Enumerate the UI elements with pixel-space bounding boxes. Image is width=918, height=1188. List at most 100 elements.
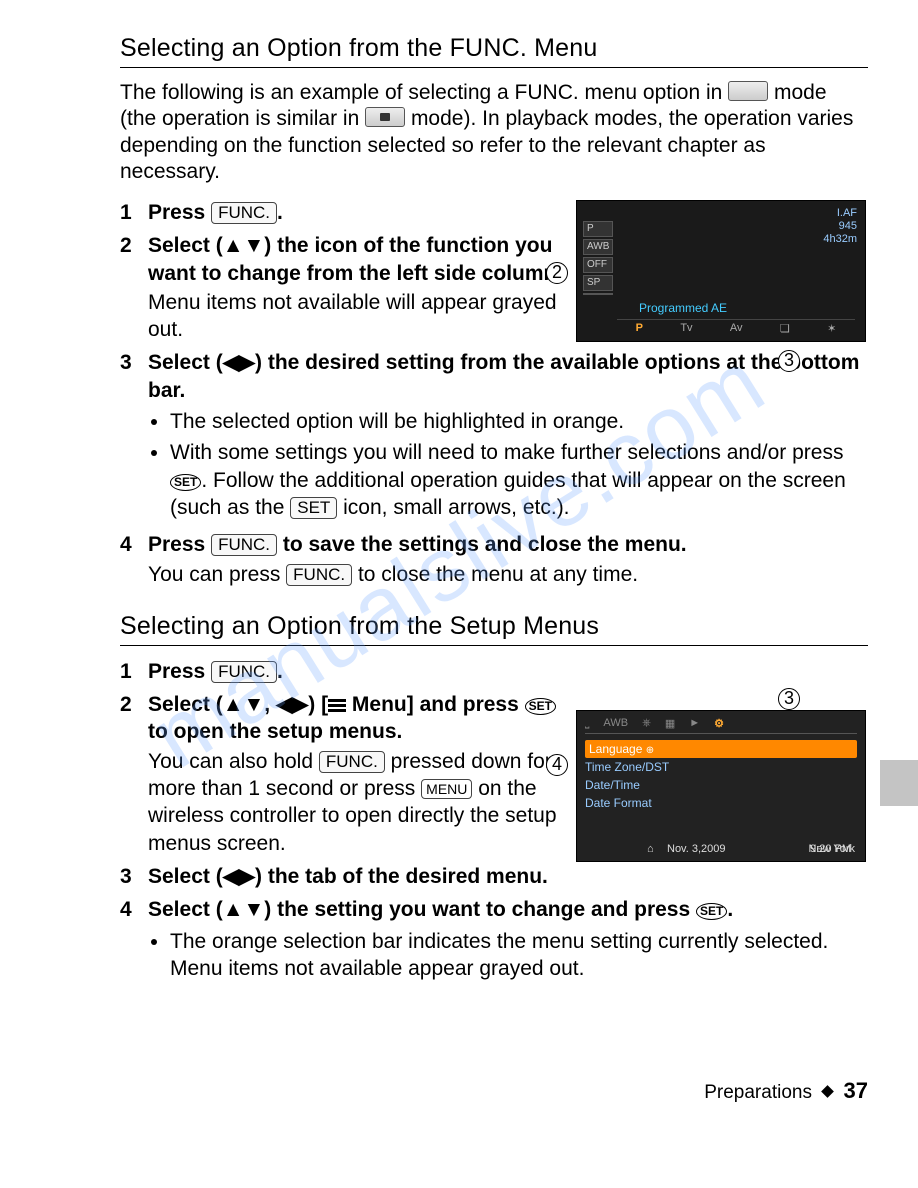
callout-4: 4 <box>546 754 568 776</box>
step1-end: . <box>277 201 283 224</box>
callout-3: 3 <box>778 350 800 372</box>
step4b-text-a: Select ( <box>148 898 223 921</box>
setup-item: Date Format <box>585 794 857 812</box>
step1-text: Press <box>148 201 211 224</box>
section-func-title: Selecting an Option from the FUNC. Menu <box>120 34 868 68</box>
bottom-item: P <box>636 322 643 335</box>
left-item: SP <box>583 275 613 291</box>
step-number: 3 <box>120 863 148 890</box>
set-icon-label: SET <box>290 497 337 519</box>
func-button-label: FUNC. <box>319 751 385 773</box>
setup-tabs: ⎵AWB⎈▦►⚙ <box>585 717 857 734</box>
func-button-label: FUNC. <box>211 661 277 683</box>
intro-text-a: The following is an example of selecting… <box>120 81 728 104</box>
camera-screen-setup: ⎵AWB⎈▦►⚙ Language ⊕ Time Zone/DST Date/T… <box>576 710 866 862</box>
step3-bullets: The selected option will be highlighted … <box>152 408 868 521</box>
intro-paragraph: The following is an example of selecting… <box>120 80 868 185</box>
step4-note-a: You can press <box>148 563 286 586</box>
step1b-text: Press <box>148 660 211 683</box>
step-number: 4 <box>120 896 148 923</box>
bottom-item: Tv <box>680 322 692 335</box>
step3b-text-b: ) the tab of the desired menu. <box>255 865 548 888</box>
func-button-label: FUNC. <box>211 202 277 224</box>
screen-time: 4h32m <box>823 233 857 246</box>
bullet-item: The selected option will be highlighted … <box>170 408 868 435</box>
section-setup-title: Selecting an Option from the Setup Menus <box>120 612 868 646</box>
step2-text-a: Select ( <box>148 234 223 257</box>
step4-text-a: Press <box>148 533 211 556</box>
step4-text-b: to save the settings and close the menu. <box>277 533 687 556</box>
setup-item-language: Language ⊕ <box>585 740 857 758</box>
step2b-text-c: to open the setup menus. <box>148 720 402 743</box>
func-step-3: 3 Select (◀▶) the desired setting from t… <box>120 349 868 404</box>
bottom-item: ❏ <box>780 322 790 335</box>
step-number: 4 <box>120 531 148 588</box>
menu-button-label: MENU <box>421 779 472 799</box>
step3-text-a: Select ( <box>148 351 223 374</box>
step3b-text-a: Select ( <box>148 865 223 888</box>
leftright-arrows-icon: ◀▶ <box>223 865 255 888</box>
menu-stack-icon <box>328 698 346 712</box>
step2b-mid: , <box>264 693 276 716</box>
bullet-item: The orange selection bar indicates the m… <box>170 928 868 983</box>
diamond-icon <box>821 1085 834 1098</box>
leftright-arrows-icon: ◀▶ <box>223 351 255 374</box>
step4b-text-b: ) the setting you want to change and pre… <box>264 898 696 921</box>
step4-note-b: to close the menu at any time. <box>352 563 638 586</box>
step2-note: Menu items not available will appear gra… <box>148 289 568 344</box>
bottom-item: Av <box>730 322 743 335</box>
step2b-text-a: Select ( <box>148 693 223 716</box>
home-icon: ⌂ <box>647 843 654 855</box>
left-item <box>583 293 613 295</box>
setup-step-3: 3 Select (◀▶) the tab of the desired men… <box>120 863 868 890</box>
bullet-text-c: icon, small arrows, etc.). <box>337 496 569 519</box>
callout-2: 2 <box>546 262 568 284</box>
func-button-label: FUNC. <box>211 534 277 556</box>
step4b-text-c: . <box>727 898 733 921</box>
step-number: 1 <box>120 658 148 685</box>
setup-clock: 9:20 PM <box>810 843 851 855</box>
screen-mode-label: Programmed AE <box>639 301 727 315</box>
set-button-label: SET <box>170 474 201 491</box>
set-button-label: SET <box>696 903 727 920</box>
screen-left-column: P AWB OFF SP <box>583 221 613 297</box>
step-number: 3 <box>120 349 148 404</box>
footer-chapter: Preparations <box>704 1082 812 1103</box>
callout-3b: 3 <box>778 688 800 710</box>
setup-step-1: 1 Press FUNC.. <box>120 658 868 685</box>
bullet-item: With some settings you will need to make… <box>170 439 868 521</box>
setup-date: Nov. 3,2009 <box>667 843 726 855</box>
bullet-text-a: With some settings you will need to make… <box>170 441 843 464</box>
bottom-item: ✶ <box>827 322 836 335</box>
screen-bottom-bar: P Tv Av ❏ ✶ <box>617 319 855 335</box>
page-footer: Preparations 37 <box>704 1078 868 1104</box>
step2b-text-b: ) [ <box>308 693 328 716</box>
screen-count: 945 <box>823 220 857 233</box>
setup-item: Time Zone/DST <box>585 758 857 776</box>
tab-item: AWB <box>603 717 628 730</box>
set-button-label: SET <box>525 698 556 715</box>
left-item: P <box>583 221 613 237</box>
step-number: 2 <box>120 691 148 857</box>
updown-arrows-icon: ▲▼ <box>223 693 265 716</box>
step2b-menu: Menu] and press <box>346 693 525 716</box>
step-number: 1 <box>120 199 148 226</box>
step1b-end: . <box>277 660 283 683</box>
step3-text-b: ) the desired setting from the available… <box>148 351 859 401</box>
chapter-tab <box>880 760 918 806</box>
camera-mode-icon <box>365 107 405 127</box>
setup-step-4: 4 Select (▲▼) the setting you want to ch… <box>120 896 868 923</box>
leftright-arrows-icon: ◀▶ <box>276 693 308 716</box>
step2b-note-a: You can also hold <box>148 750 319 773</box>
screen-af-label: I.AF <box>823 207 857 220</box>
updown-arrows-icon: ▲▼ <box>223 234 265 257</box>
func-step-4: 4 Press FUNC. to save the settings and c… <box>120 531 868 588</box>
left-item: OFF <box>583 257 613 273</box>
video-mode-icon <box>728 81 768 101</box>
camera-screen-func: I.AF 945 4h32m P AWB OFF SP Programmed A… <box>576 200 866 342</box>
setup-item: Date/Time <box>585 776 857 794</box>
step-number: 2 <box>120 232 148 343</box>
step4b-bullets: The orange selection bar indicates the m… <box>152 928 868 983</box>
updown-arrows-icon: ▲▼ <box>223 898 265 921</box>
left-item: AWB <box>583 239 613 255</box>
